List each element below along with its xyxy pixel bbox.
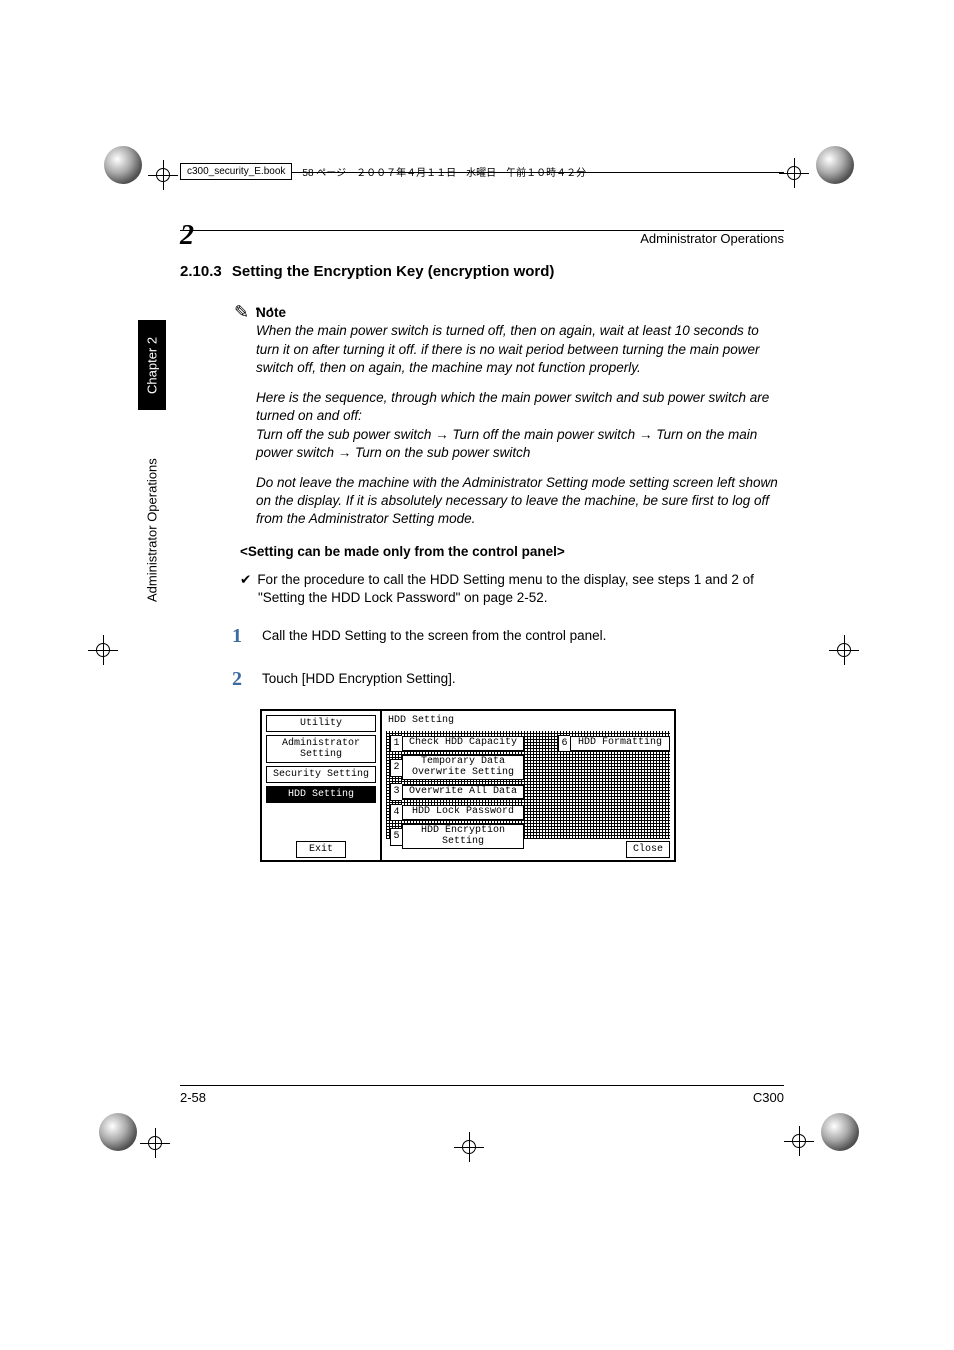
bottom-rule xyxy=(180,1085,784,1086)
book-meta: 58 ページ ２００７年４月１１日 水曜日 午前１０時４２分 xyxy=(302,164,586,179)
note-label: Note xyxy=(256,304,784,322)
crop-crosshair xyxy=(454,1132,484,1162)
menu-item[interactable]: 3 Overwrite All Data xyxy=(390,783,524,801)
note-para: Here is the sequence, through which the … xyxy=(256,389,784,462)
arrow-icon: → xyxy=(639,427,653,442)
section-number: 2.10.3 xyxy=(180,263,222,280)
menu-item[interactable]: 5 HDD Encryption Setting xyxy=(390,824,524,849)
crop-crosshair xyxy=(148,160,178,190)
side-tab-chapter: Chapter 2 xyxy=(138,320,166,410)
panel-tab-hdd[interactable]: HDD Setting xyxy=(266,786,376,803)
crop-sphere xyxy=(821,1113,859,1151)
menu-item[interactable]: 4 HDD Lock Password xyxy=(390,804,524,822)
page-number: 2-58 xyxy=(180,1090,206,1105)
crop-sphere xyxy=(99,1113,137,1151)
model-number: C300 xyxy=(753,1090,784,1105)
note-icon: ✎… xyxy=(234,300,277,324)
menu-item[interactable]: 1 Check HDD Capacity xyxy=(390,735,524,753)
panel-tab-admin[interactable]: Administrator Setting xyxy=(266,735,376,763)
panel-exit-button[interactable]: Exit xyxy=(296,841,346,858)
step-text: Touch [HDD Encryption Setting]. xyxy=(262,666,456,693)
crop-sphere xyxy=(104,146,142,184)
crop-crosshair xyxy=(829,635,859,665)
crop-sphere xyxy=(816,146,854,184)
check-icon: ✔ xyxy=(240,572,251,588)
panel-right: HDD Setting 1 Check HDD Capacity 2 Tempo… xyxy=(382,711,674,860)
step-number: 2 xyxy=(232,666,262,693)
panel-tab-utility[interactable]: Utility xyxy=(266,715,376,732)
page-footer: 2-58 C300 xyxy=(180,1090,784,1105)
note-para: When the main power switch is turned off… xyxy=(256,322,784,377)
panel-menu-area: 1 Check HDD Capacity 2 Temporary Data Ov… xyxy=(386,731,670,839)
menu-item[interactable]: 6 HDD Formatting xyxy=(558,735,670,753)
note-para: Do not leave the machine with the Admini… xyxy=(256,474,784,529)
step-text: Call the HDD Setting to the screen from … xyxy=(262,623,606,650)
chapter-number: 2 xyxy=(180,220,194,252)
arrow-icon: → xyxy=(435,427,449,442)
note-block: ✎… Note When the main power switch is tu… xyxy=(256,304,784,528)
book-header: c300_security_E.book 58 ページ ２００７年４月１１日 水… xyxy=(180,160,784,182)
top-rule xyxy=(180,230,784,231)
crop-crosshair xyxy=(784,1126,814,1156)
panel-tab-security[interactable]: Security Setting xyxy=(266,766,376,783)
step-item: 1 Call the HDD Setting to the screen fro… xyxy=(232,623,784,650)
note-body: When the main power switch is turned off… xyxy=(256,322,784,528)
running-section: Administrator Operations xyxy=(640,231,784,246)
arrow-icon: → xyxy=(338,445,352,460)
step-number: 1 xyxy=(232,623,262,650)
crop-crosshair xyxy=(88,635,118,665)
steps-list: 1 Call the HDD Setting to the screen fro… xyxy=(232,623,784,693)
step-item: 2 Touch [HDD Encryption Setting]. xyxy=(232,666,784,693)
hdd-setting-panel: Utility Administrator Setting Security S… xyxy=(260,709,676,862)
panel-title: HDD Setting xyxy=(386,713,670,731)
sub-heading: <Setting can be made only from the contr… xyxy=(240,543,784,561)
menu-item[interactable]: 2 Temporary Data Overwrite Setting xyxy=(390,755,524,780)
panel-close-button[interactable]: Close xyxy=(626,841,670,859)
side-tab-section: Administrator Operations xyxy=(138,430,166,630)
check-item: ✔For the procedure to call the HDD Setti… xyxy=(240,571,784,607)
crop-crosshair xyxy=(140,1128,170,1158)
section-heading: 2.10.3 Setting the Encryption Key (encry… xyxy=(180,262,784,282)
panel-left: Utility Administrator Setting Security S… xyxy=(262,711,382,860)
section-title: Setting the Encryption Key (encryption w… xyxy=(232,263,555,280)
book-filename: c300_security_E.book xyxy=(180,163,292,180)
